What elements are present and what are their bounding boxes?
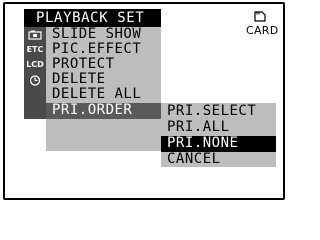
menu-item-delete-all[interactable]: DELETE ALL <box>52 87 141 102</box>
menu-item-slide-show[interactable]: SLIDE SHOW <box>52 27 141 42</box>
menu-item-protect[interactable]: PROTECT <box>52 57 115 72</box>
clock-icon-graphic <box>29 75 41 86</box>
submenu-item-cancel[interactable]: CANCEL <box>167 152 221 167</box>
media-label: CARD <box>246 24 279 37</box>
camera-icon-graphic <box>28 30 42 40</box>
submenu-item-pri-select[interactable]: PRI.SELECT <box>167 104 256 119</box>
camera-icon[interactable] <box>26 30 44 43</box>
etc-icon[interactable]: ETC <box>26 45 44 55</box>
submenu-item-pri-all[interactable]: PRI.ALL <box>167 120 230 135</box>
memory-card-icon <box>254 11 266 22</box>
submenu-item-pri-none[interactable]: PRI.NONE <box>167 136 238 151</box>
menu-item-pic-effect[interactable]: PIC.EFFECT <box>52 42 141 57</box>
menu-item-pri-order[interactable]: PRI.ORDER <box>52 103 132 118</box>
lcd-icon[interactable]: LCD <box>26 60 44 70</box>
clock-icon[interactable] <box>26 75 44 89</box>
menu-item-delete[interactable]: DELETE <box>52 72 106 87</box>
menu-title: PLAYBACK SET <box>36 10 145 26</box>
